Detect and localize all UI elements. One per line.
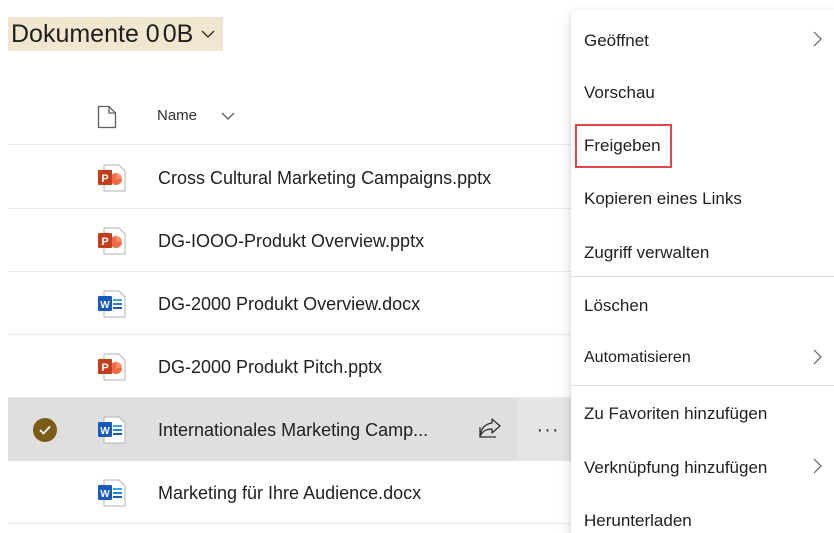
svg-text:P: P (101, 236, 108, 248)
menu-item-add-shortcut[interactable]: Verknüpfung hinzufügen (571, 442, 834, 494)
word-file-icon: W (97, 290, 127, 323)
file-row[interactable]: W Marketing für Ihre Audience.docx (8, 461, 588, 524)
more-icon: ··· (536, 418, 560, 441)
menu-item-label: Zu Favoriten hinzufügen (584, 404, 768, 423)
menu-item-label: Löschen (584, 296, 649, 315)
chevron-down-icon (201, 30, 215, 39)
file-row[interactable]: P DG-IOOO-Produkt Overview.pptx (8, 209, 588, 272)
powerpoint-file-icon: P (97, 353, 127, 386)
highlight-box (575, 124, 672, 168)
menu-item-add-favorite[interactable]: Zu Favoriten hinzufügen (571, 388, 834, 440)
powerpoint-file-icon: P (97, 227, 127, 260)
menu-item-label: Verknüpfung hinzufügen (584, 458, 768, 477)
file-type-column-icon[interactable] (97, 105, 117, 134)
file-row[interactable]: W DG-2000 Produkt Overview.docx (8, 272, 588, 335)
menu-item-open[interactable]: Geöffnet (571, 15, 834, 67)
menu-item-preview[interactable]: Vorschau (571, 67, 834, 119)
library-title-button[interactable]: Dokumente 0 0B (8, 17, 224, 51)
context-menu: Geöffnet Vorschau Freigeben Kopieren ein… (571, 10, 834, 533)
menu-item-label: Zugriff verwalten (584, 243, 710, 262)
svg-text:W: W (100, 489, 110, 500)
svg-text:P: P (101, 173, 108, 185)
chevron-right-icon (813, 31, 822, 52)
chevron-right-icon (813, 458, 822, 479)
word-file-icon: W (97, 479, 127, 512)
file-name[interactable]: Marketing für Ihre Audience.docx (158, 483, 421, 504)
svg-text:W: W (100, 300, 110, 311)
menu-item-automate[interactable]: Automatisieren (571, 333, 834, 385)
menu-item-delete[interactable]: Löschen (571, 280, 834, 332)
file-name[interactable]: Cross Cultural Marketing Campaigns.pptx (158, 168, 491, 189)
name-column-header[interactable]: Name (157, 107, 197, 124)
file-row[interactable]: P Cross Cultural Marketing Campaigns.ppt… (8, 146, 588, 209)
document-library-page: Dokumente 0 0B Name P Cross Cultural Mark… (0, 0, 834, 533)
menu-divider (571, 385, 834, 386)
library-title-suffix: 0B (162, 20, 194, 48)
menu-item-label: Herunterladen (584, 511, 692, 530)
share-icon[interactable] (478, 417, 502, 444)
more-actions-button[interactable]: ··· (517, 398, 579, 461)
chevron-down-icon[interactable] (221, 108, 235, 126)
file-name[interactable]: Internationales Marketing Camp... (158, 420, 428, 441)
file-row[interactable]: P DG-2000 Produkt Pitch.pptx (8, 335, 588, 398)
svg-text:P: P (101, 362, 108, 374)
word-file-icon: W (97, 416, 127, 449)
menu-item-label: Geöffnet (584, 31, 649, 50)
menu-item-label: Automatisieren (584, 349, 691, 366)
svg-text:W: W (100, 426, 110, 437)
library-title-text: Dokumente 0 (8, 17, 163, 51)
file-name[interactable]: DG-2000 Produkt Overview.docx (158, 294, 420, 315)
menu-divider (571, 276, 834, 277)
menu-item-label: Vorschau (584, 83, 655, 102)
menu-item-label: Kopieren eines Links (584, 189, 742, 208)
file-name[interactable]: DG-IOOO-Produkt Overview.pptx (158, 231, 424, 252)
file-name[interactable]: DG-2000 Produkt Pitch.pptx (158, 357, 382, 378)
menu-item-download[interactable]: Herunterladen (571, 495, 834, 533)
powerpoint-file-icon: P (97, 164, 127, 197)
column-header-row: Name (8, 90, 588, 145)
checkmark-icon[interactable] (33, 418, 57, 442)
chevron-right-icon (813, 349, 822, 370)
menu-item-copy-link[interactable]: Kopieren eines Links (571, 173, 834, 225)
file-list: P Cross Cultural Marketing Campaigns.ppt… (8, 146, 588, 524)
menu-item-manage-access[interactable]: Zugriff verwalten (571, 227, 834, 279)
file-row-selected[interactable]: W Internationales Marketing Camp... ··· (8, 398, 588, 461)
